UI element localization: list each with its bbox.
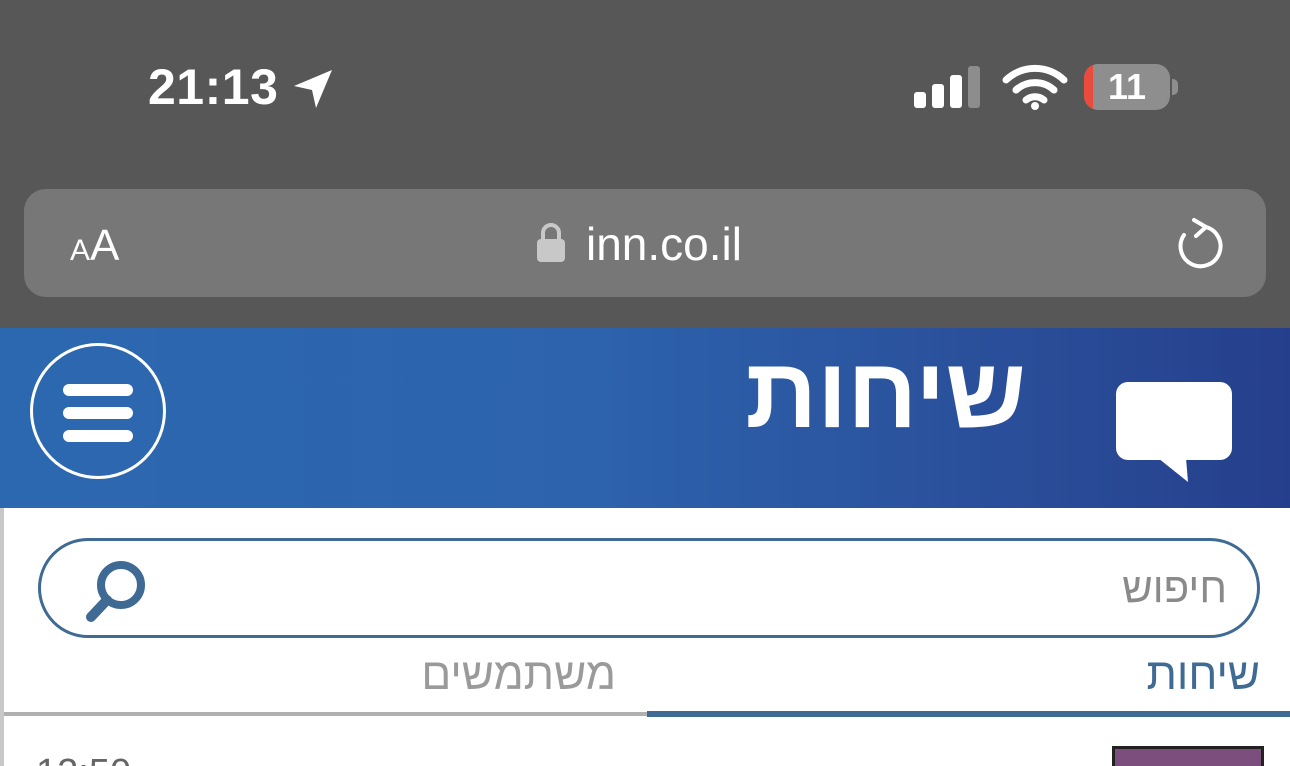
- site-header: שיחות: [0, 328, 1290, 508]
- reload-icon[interactable]: [1172, 217, 1226, 271]
- tab-chats-underline: [647, 711, 1290, 717]
- lock-icon: [537, 223, 565, 262]
- tab-users-underline: [4, 712, 647, 716]
- tab-users[interactable]: משתמשים: [421, 650, 616, 720]
- wifi-icon: [1002, 64, 1068, 110]
- menu-bar: [63, 407, 133, 419]
- main-content: שיחות משתמשים 12:50: [0, 508, 1290, 766]
- text-size-large-label: A: [90, 221, 120, 270]
- location-arrow-icon: [294, 70, 332, 108]
- battery-cap: [1172, 79, 1178, 95]
- battery-icon: 11: [1084, 64, 1180, 110]
- battery-level: 11: [1107, 66, 1147, 107]
- browser-chrome: 21:13 11 AA inn.co.il: [0, 0, 1290, 328]
- avatar[interactable]: [1112, 746, 1264, 766]
- signal-bars-icon: [914, 66, 980, 108]
- hamburger-menu-icon[interactable]: [30, 343, 166, 479]
- url-bar[interactable]: AA inn.co.il: [24, 189, 1266, 297]
- search-icon[interactable]: [81, 557, 151, 627]
- status-time: 21:13: [148, 59, 279, 115]
- page-title: שיחות: [745, 337, 1026, 449]
- tab-chats[interactable]: שיחות: [1147, 650, 1260, 720]
- url-text[interactable]: inn.co.il: [586, 217, 742, 271]
- chat-bubble-icon: [1116, 382, 1232, 482]
- search-input[interactable]: [181, 551, 1227, 625]
- menu-bar: [63, 430, 133, 442]
- search-box[interactable]: [38, 538, 1260, 638]
- text-size-small-label: A: [70, 234, 91, 267]
- text-size-button[interactable]: AA: [70, 221, 119, 271]
- menu-bar: [63, 384, 133, 396]
- list-item-time: 12:50: [36, 752, 131, 766]
- battery-body: 11: [1084, 64, 1170, 110]
